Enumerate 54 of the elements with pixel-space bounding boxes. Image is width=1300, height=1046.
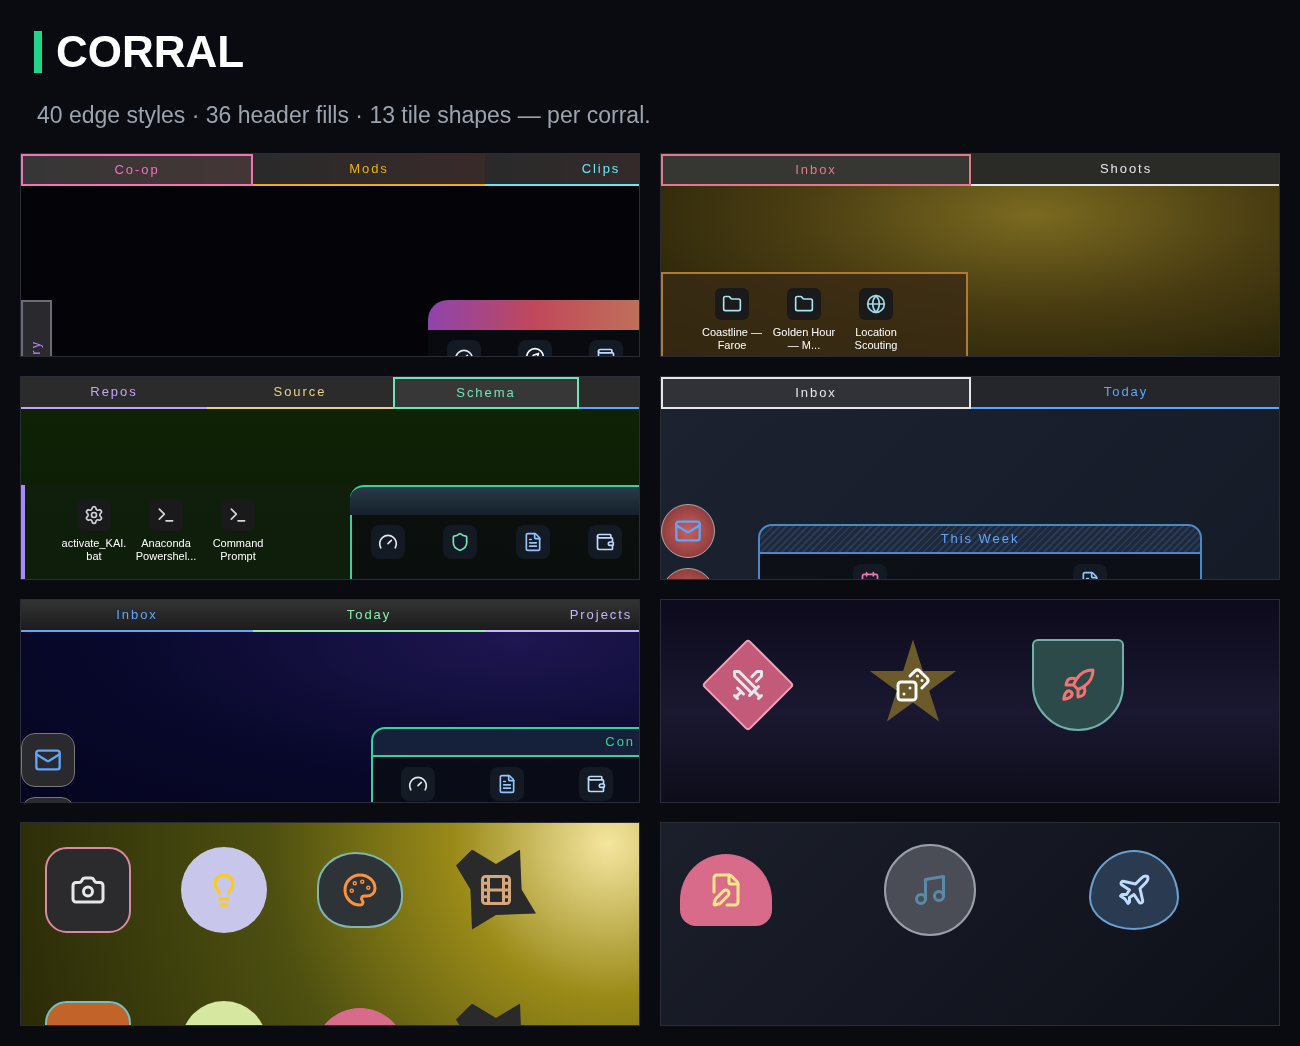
dock-tile[interactable] [371, 524, 406, 559]
dock-tile[interactable] [443, 524, 478, 559]
app-tile[interactable] [680, 853, 772, 926]
icon-label[interactable]: Anaconda Powershel... [131, 536, 201, 563]
globe-icon [866, 293, 886, 314]
tab[interactable]: Inbox [661, 376, 971, 409]
accent-bar [34, 31, 42, 73]
wallet-icon [586, 773, 607, 794]
page-title: CORRAL [56, 28, 245, 76]
dock-title: This Week [940, 529, 1020, 548]
rocket-icon [1060, 666, 1096, 703]
side-app-tile[interactable] [21, 732, 75, 787]
app-tile[interactable] [77, 498, 111, 531]
tab[interactable]: Repos [21, 376, 207, 409]
tab[interactable]: Mods [253, 153, 485, 186]
dock-title: Con [605, 732, 635, 751]
palette-icon [342, 871, 378, 908]
page-subtitle: 40 edge styles · 36 header fills · 13 tile shapes — per corral. [36, 101, 652, 130]
app-tile[interactable] [859, 287, 893, 320]
dice-icon [895, 666, 931, 703]
document-icon [497, 773, 517, 794]
dock-tile[interactable] [587, 524, 622, 559]
app-tile[interactable] [715, 287, 749, 320]
tab[interactable]: Today [971, 376, 1279, 409]
app-tile[interactable] [221, 498, 255, 531]
tab[interactable]: Today [253, 599, 485, 632]
tab[interactable]: Source [207, 376, 393, 409]
app-tile[interactable] [45, 846, 131, 933]
dock-tile[interactable] [400, 766, 435, 801]
app-tile[interactable] [1032, 638, 1124, 731]
shield-icon [450, 531, 471, 552]
tab[interactable]: Schema [393, 376, 579, 409]
icon-label[interactable]: Golden Hour — M... [769, 325, 839, 352]
dock-tile[interactable] [490, 766, 524, 801]
tab[interactable]: Clips [485, 153, 639, 186]
tab[interactable]: Inbox [661, 153, 971, 186]
folder-icon [722, 293, 742, 314]
icon-label[interactable]: activate_KAI.bat [59, 536, 129, 563]
dock-tile[interactable] [579, 766, 614, 801]
dock-tile[interactable] [515, 524, 550, 559]
side-panel-label: ry [28, 339, 45, 354]
tab[interactable]: Shoots [971, 153, 1279, 186]
side-app-tile[interactable] [661, 503, 715, 558]
gears-icon [84, 504, 104, 525]
app-tile[interactable] [787, 287, 821, 320]
icon-label[interactable]: Coastline — Faroe [697, 325, 767, 352]
icon-label[interactable]: Location Scouting [841, 325, 911, 352]
icon-label[interactable]: Command Prompt [203, 536, 273, 563]
tab[interactable]: Co-op [21, 153, 253, 186]
wallet-icon [594, 531, 615, 552]
tab[interactable]: Projects [485, 599, 639, 632]
folder-icon [794, 293, 814, 314]
app-tile[interactable] [149, 498, 183, 531]
tab[interactable]: Inbox [21, 599, 253, 632]
